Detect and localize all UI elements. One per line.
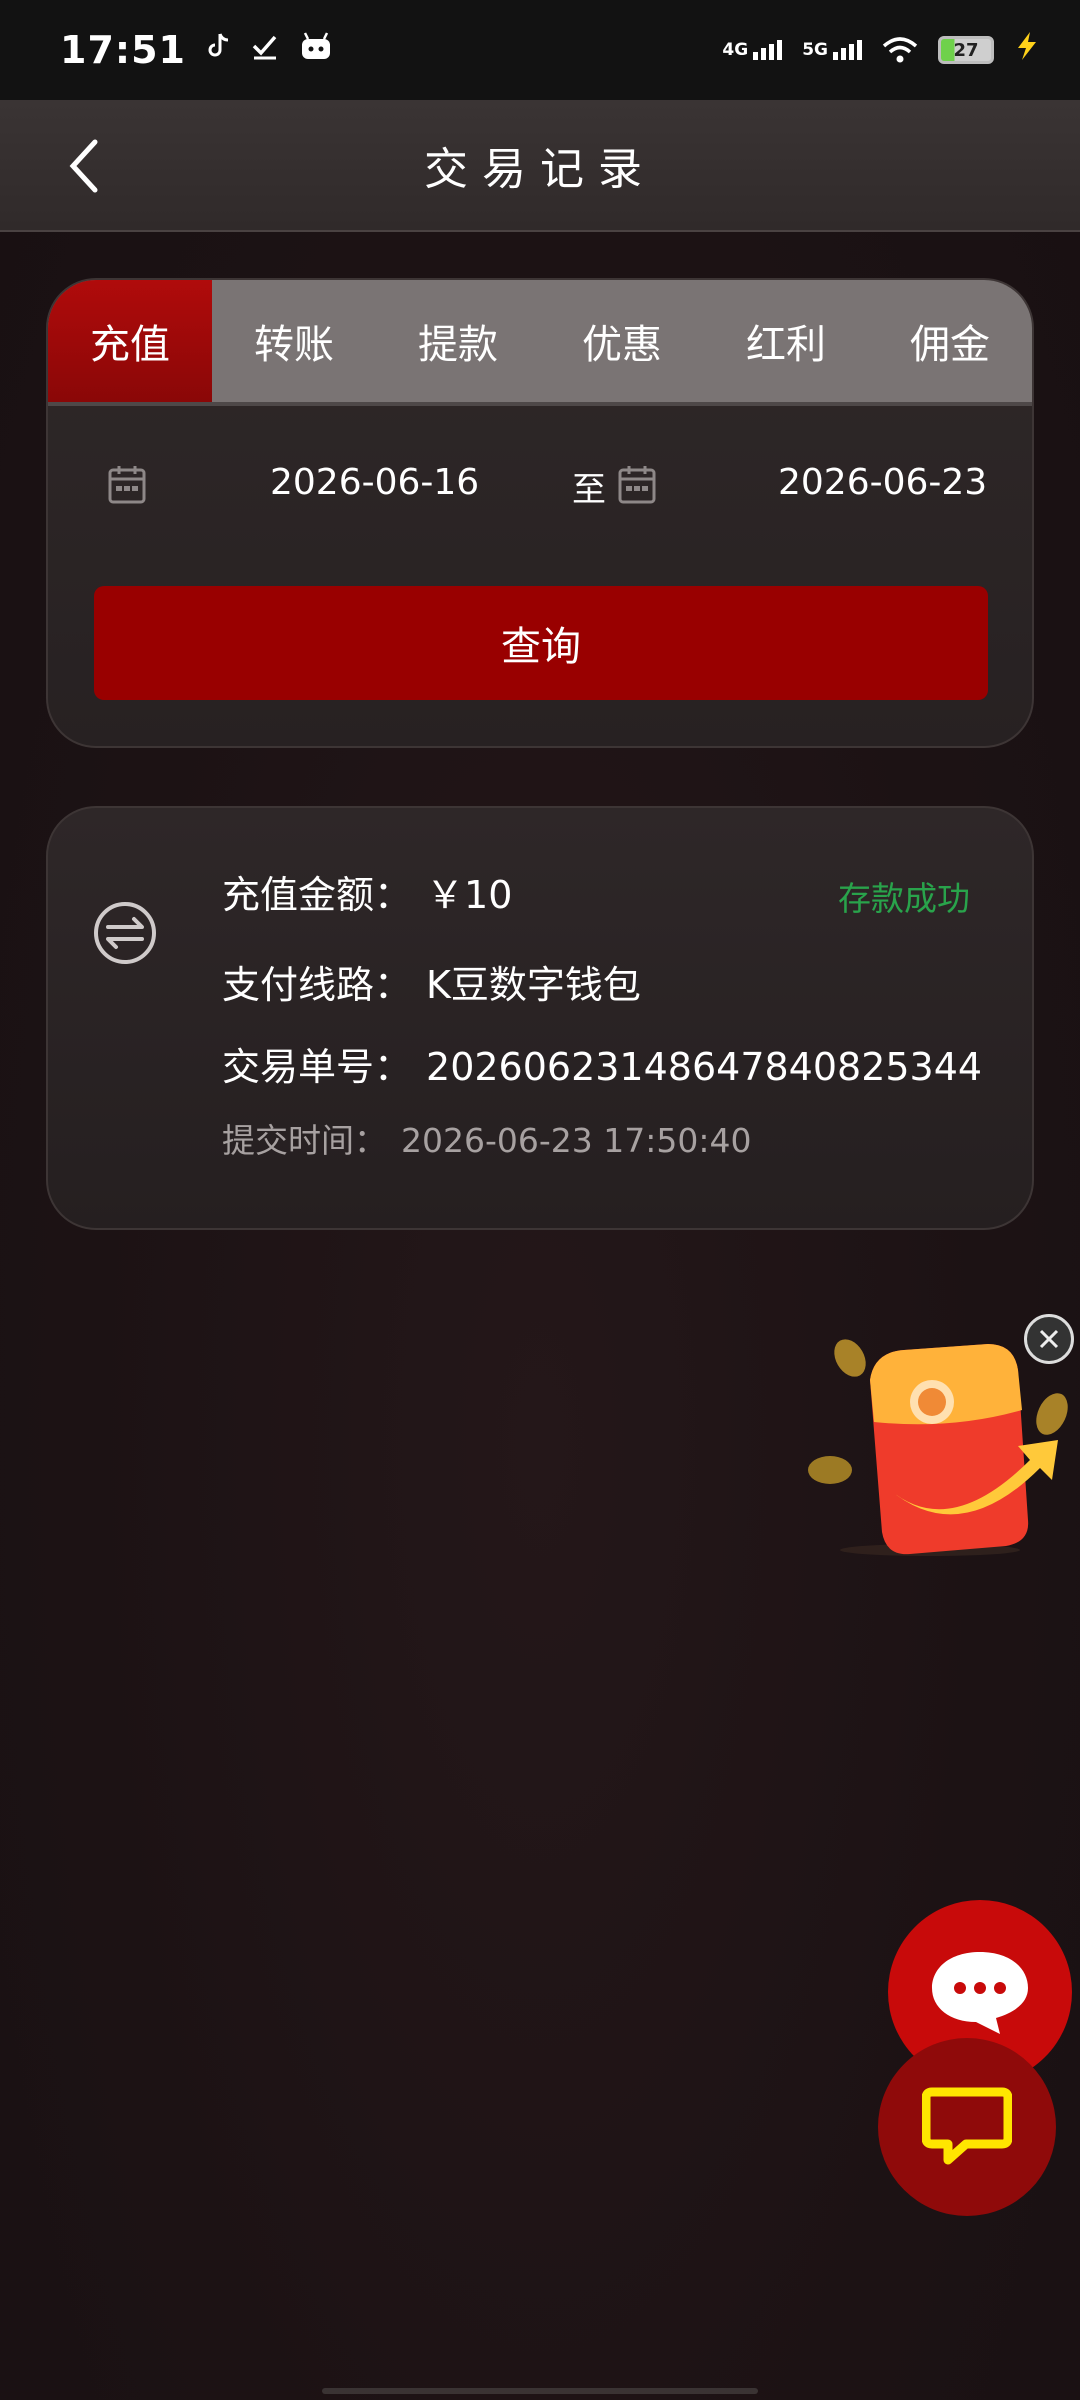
customer-service-button[interactable] (878, 2038, 1056, 2216)
transaction-record[interactable]: 充值金额： ￥10 存款成功 支付线路： K豆数字钱包 交易单号： 202606231… (46, 806, 1034, 1230)
tab-withdraw[interactable]: 提款 (376, 280, 540, 402)
close-float-button[interactable] (1024, 1314, 1074, 1364)
order-label: 交易单号： (222, 1045, 413, 1089)
tiktok-icon (208, 32, 230, 68)
status-badge: 存款成功 (838, 879, 970, 918)
bot-icon (300, 31, 332, 69)
check-icon (252, 33, 278, 68)
amount-row: 充值金额： ￥10 (222, 864, 512, 919)
tab-commission[interactable]: 佣金 (868, 280, 1032, 402)
calendar-icon[interactable] (618, 464, 656, 504)
tab-transfer[interactable]: 转账 (212, 280, 376, 402)
page-title: 交易记录 (424, 144, 656, 195)
charging-icon (1014, 31, 1040, 69)
tab-bar: 充值 转账 提款 优惠 红利 佣金 (48, 280, 1032, 406)
red-packet-float[interactable] (800, 1310, 1078, 1570)
status-notification-icons (208, 31, 332, 69)
filter-card: 充值 转账 提款 优惠 红利 佣金 2026-06-16 至 2026-06-2… (46, 278, 1034, 748)
signal-5g-icon: 5G (802, 40, 862, 60)
battery-icon: 27 (938, 36, 994, 64)
signal-4g-icon: 4G (722, 40, 783, 60)
channel-row: 支付线路： K豆数字钱包 (222, 954, 641, 1009)
submit-time-value: 2026-06-23 17:50:40 (401, 1121, 752, 1160)
app-header: 交易记录 (0, 100, 1080, 232)
calendar-icon[interactable] (108, 464, 146, 504)
message-square-icon (922, 2087, 1012, 2165)
tab-bonus[interactable]: 红利 (704, 280, 868, 402)
amount-value: ￥10 (426, 873, 513, 917)
chevron-left-icon (69, 139, 98, 193)
order-number[interactable]: 2026062314864784082534​4 (426, 1045, 982, 1089)
date-range-row: 2026-06-16 至 2026-06-23 (48, 440, 1032, 530)
tab-deposit[interactable]: 充值 (48, 280, 212, 402)
close-icon (1039, 1329, 1059, 1349)
channel-value: K豆数字钱包 (426, 963, 641, 1007)
start-date-field[interactable]: 2026-06-16 (270, 462, 479, 503)
submit-time-row: 提交时间： 2026-06-23 17:50:40 (222, 1114, 751, 1162)
tab-promotion[interactable]: 优惠 (540, 280, 704, 402)
home-indicator (322, 2388, 758, 2394)
channel-label: 支付线路： (222, 963, 413, 1007)
date-range-separator: 至 (572, 470, 606, 510)
wifi-icon (882, 36, 918, 64)
status-right-icons: 4G 5G 27 (722, 31, 1040, 69)
status-time: 17:51 (60, 28, 186, 72)
order-row: 交易单号： 2026062314864784082534​4 (222, 1036, 982, 1091)
back-button[interactable] (55, 136, 115, 196)
end-date-field[interactable]: 2026-06-23 (778, 462, 987, 503)
chat-bubble-icon (932, 1952, 1028, 2034)
swap-icon (94, 902, 156, 964)
status-bar: 17:51 4G 5G 27 (0, 0, 1080, 100)
submit-time-label: 提交时间： (222, 1121, 387, 1160)
amount-label: 充值金额： (222, 873, 413, 917)
query-button[interactable]: 查询 (94, 586, 988, 700)
